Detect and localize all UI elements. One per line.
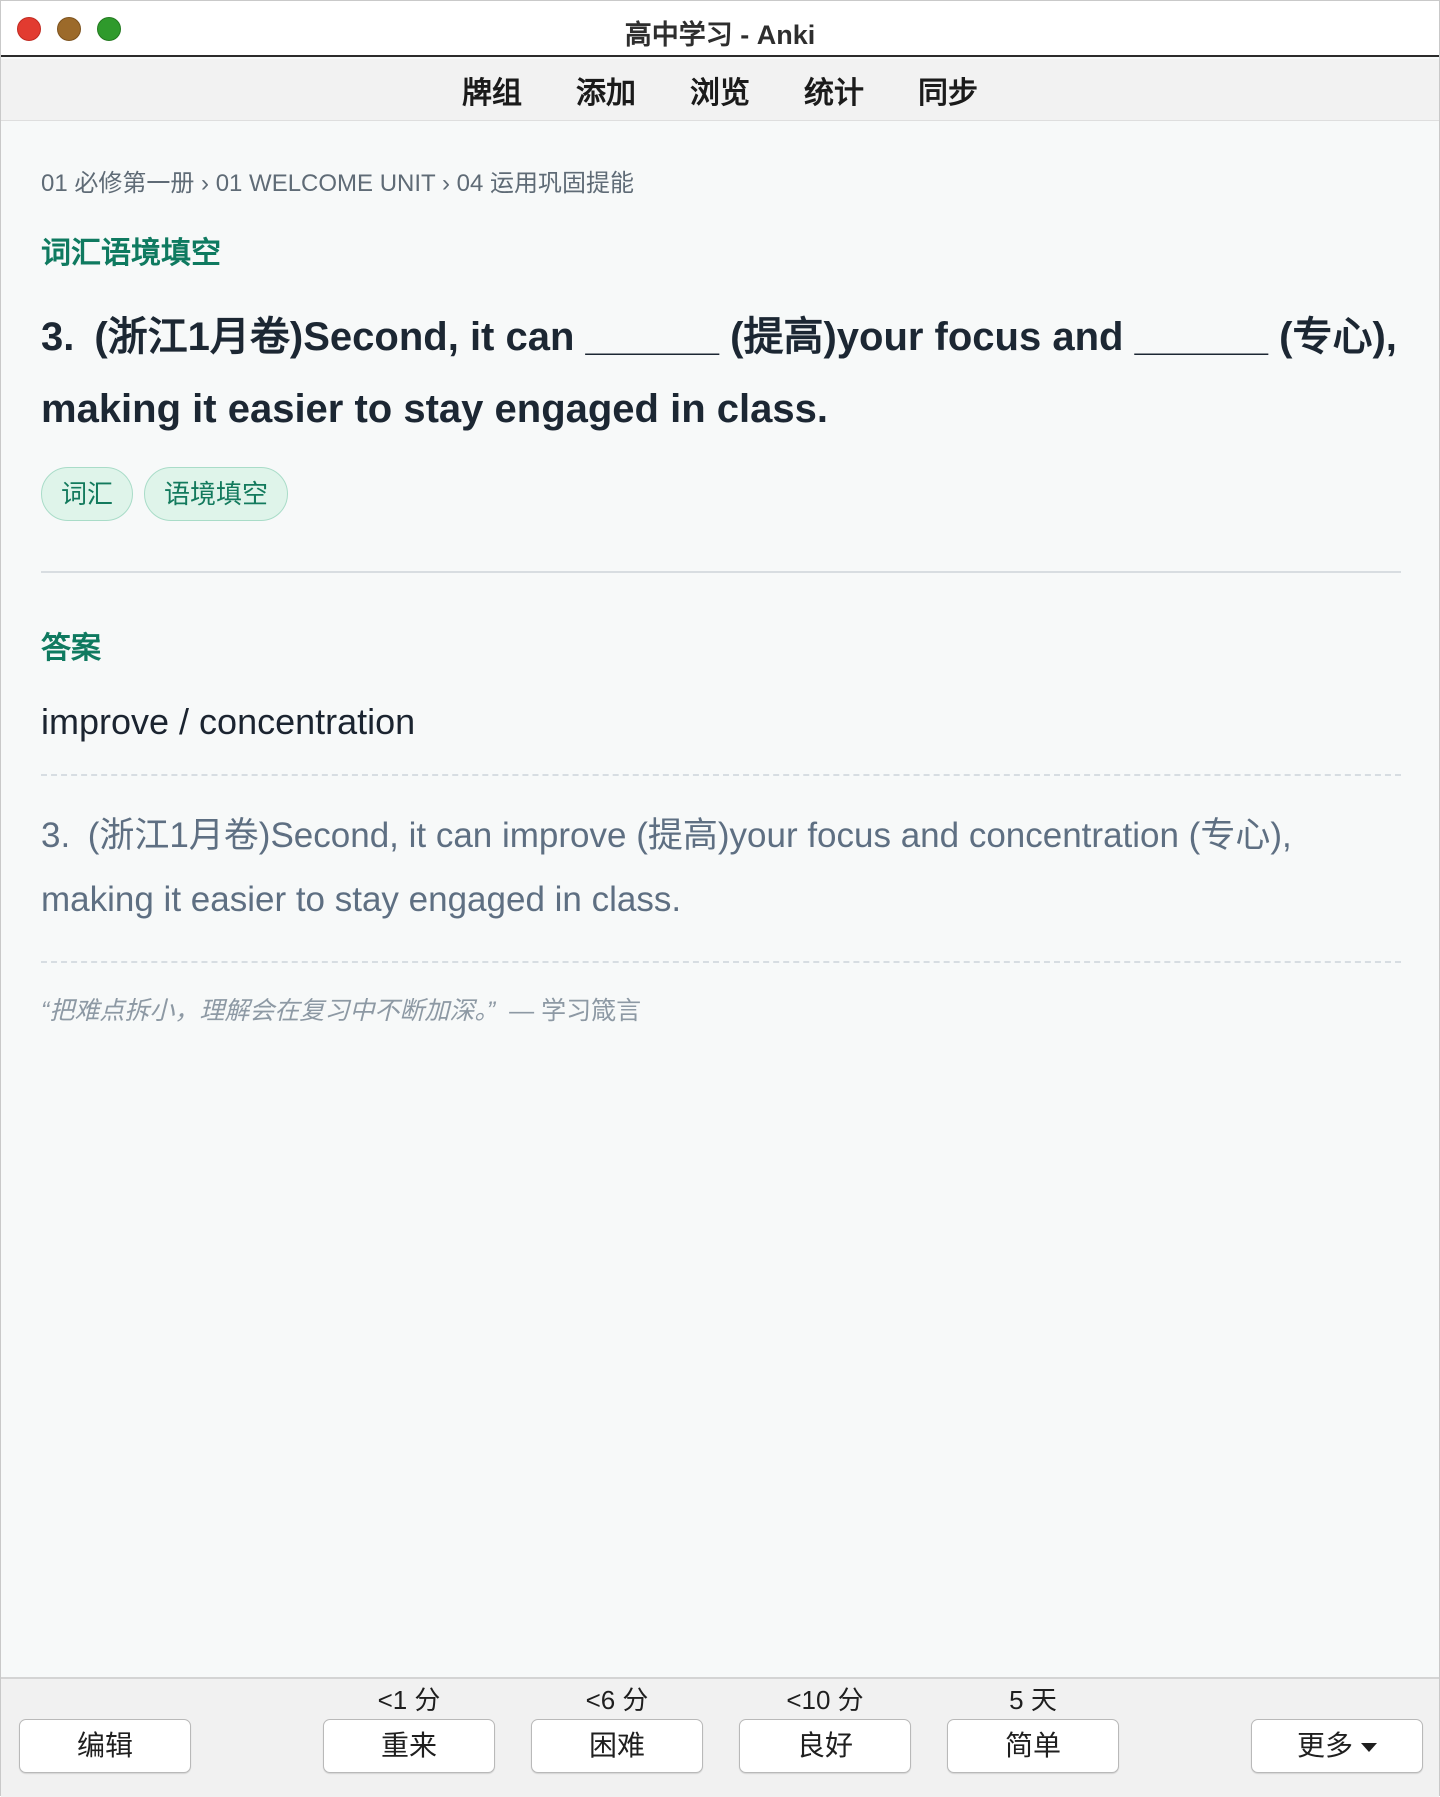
dashed-divider	[41, 774, 1401, 776]
hard-interval: <6 分	[585, 1685, 649, 1715]
caret-down-icon	[1361, 1743, 1377, 1753]
more-button[interactable]: 更多	[1251, 1719, 1423, 1773]
toolbar-sync[interactable]: 同步	[918, 68, 978, 112]
main-toolbar: 牌组 添加 浏览 统计 同步	[1, 59, 1439, 121]
deck-breadcrumb: 01 必修第一册 › 01 WELCOME UNIT › 04 运用巩固提能	[41, 170, 634, 197]
toolbar-stats[interactable]: 统计	[804, 68, 864, 112]
answer-bar: <1 分 <6 分 <10 分 5 天 编辑 重来 困难 良好 简单 更多	[1, 1677, 1439, 1797]
tag-vocabulary[interactable]: 词汇	[41, 467, 134, 521]
anki-window: 高中学习 - Anki 牌组 添加 浏览 统计 同步 01 必修第一册 › 01…	[0, 0, 1440, 1797]
toolbar-decks[interactable]: 牌组	[462, 68, 522, 112]
good-button[interactable]: 良好	[739, 1719, 911, 1773]
more-label: 更多	[1296, 1730, 1353, 1761]
tag-list: 词汇 语境填空	[41, 467, 299, 521]
hard-button[interactable]: 困难	[531, 1719, 703, 1773]
card-type-label: 词汇语境填空	[41, 237, 221, 270]
answer-divider	[41, 571, 1401, 573]
answer-label: 答案	[41, 632, 101, 665]
quote-source: — 学习箴言	[509, 997, 642, 1025]
again-button[interactable]: 重来	[323, 1719, 495, 1773]
edit-button[interactable]: 编辑	[19, 1719, 191, 1773]
easy-button[interactable]: 简单	[947, 1719, 1119, 1773]
quote-line: “把难点拆小，理解会在复习中不断加深。” — 学习箴言	[41, 991, 641, 1027]
dashed-divider	[41, 961, 1401, 963]
title-bar: 高中学习 - Anki	[1, 1, 1439, 57]
quote-text: “把难点拆小，理解会在复习中不断加深。”	[41, 997, 496, 1025]
again-interval: <1 分	[377, 1685, 441, 1715]
tag-context-fill[interactable]: 语境填空	[144, 467, 289, 521]
answer-text: improve / concentration	[41, 701, 416, 742]
easy-interval: 5 天	[1009, 1685, 1057, 1715]
toolbar-add[interactable]: 添加	[576, 68, 636, 112]
window-title: 高中学习 - Anki	[624, 20, 816, 50]
full-sentence: 3. (浙江1月卷)Second, it can improve (提高)you…	[41, 816, 1292, 919]
question-text: 3. (浙江1月卷)Second, it can ______ (提高)your…	[41, 315, 1397, 431]
toolbar-browse[interactable]: 浏览	[690, 68, 750, 112]
good-interval: <10 分	[786, 1685, 864, 1715]
